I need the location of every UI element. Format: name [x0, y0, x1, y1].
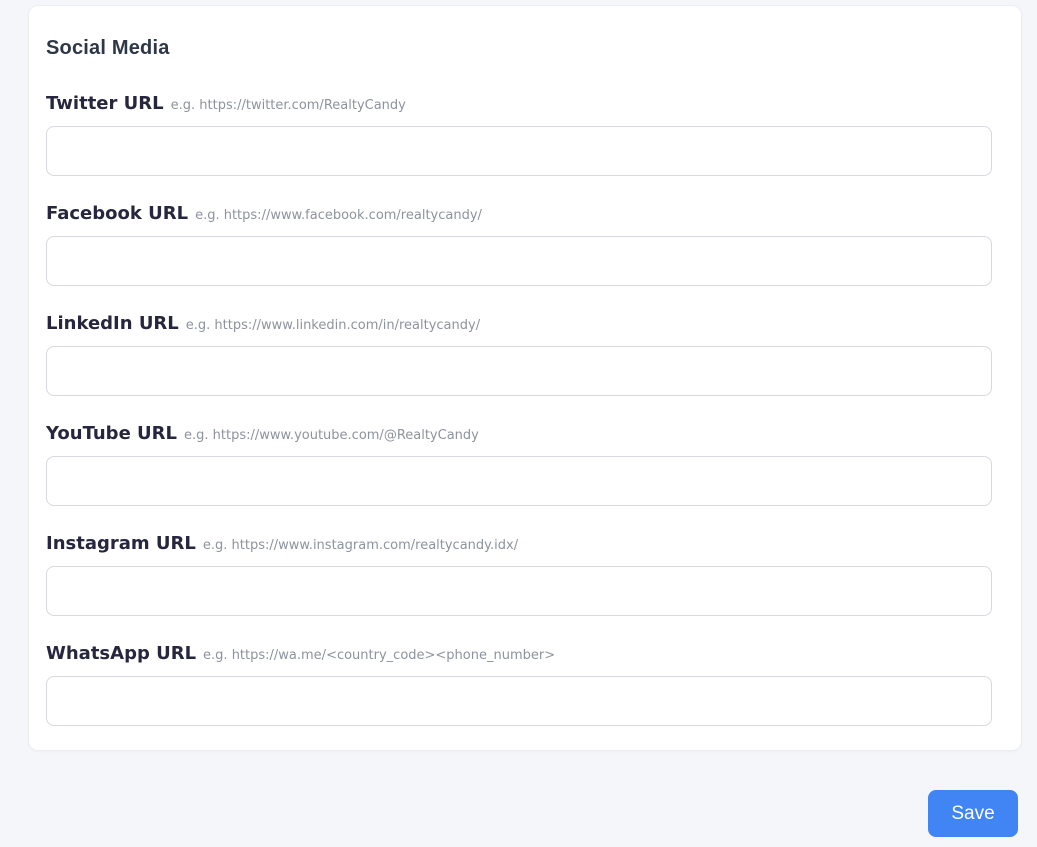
field-hint: e.g. https://www.youtube.com/@RealtyCand…: [183, 428, 479, 443]
field-hint: e.g. https://www.linkedin.com/in/realtyc…: [185, 318, 481, 333]
youtube-url-input[interactable]: [46, 456, 992, 506]
field-label: WhatsApp URL: [46, 643, 197, 664]
field-group-whatsapp: WhatsApp URL e.g. https://wa.me/<country_…: [46, 643, 992, 726]
settings-page: Social Media Twitter URL e.g. https://twi…: [0, 5, 1037, 837]
twitter-url-input[interactable]: [46, 126, 992, 176]
field-group-youtube: YouTube URL e.g. https://www.youtube.com/…: [46, 423, 992, 506]
field-hint: e.g. https://www.instagram.com/realtycan…: [202, 538, 519, 553]
facebook-url-input[interactable]: [46, 236, 992, 286]
field-label: YouTube URL: [46, 423, 177, 444]
field-group-facebook: Facebook URL e.g. https://www.facebook.co…: [46, 203, 992, 286]
whatsapp-url-input[interactable]: [46, 676, 992, 726]
instagram-url-input[interactable]: [46, 566, 992, 616]
field-group-linkedin: LinkedIn URL e.g. https://www.linkedin.co…: [46, 313, 992, 396]
actions-bar: Save: [0, 790, 1018, 837]
social-media-card: Social Media Twitter URL e.g. https://twi…: [28, 5, 1022, 751]
linkedin-url-input[interactable]: [46, 346, 992, 396]
social-media-fields: Twitter URL e.g. https://twitter.com/Real…: [46, 93, 992, 726]
field-hint: e.g. https://twitter.com/RealtyCandy: [170, 98, 406, 113]
field-hint: e.g. https://wa.me/<country_code><phone_…: [203, 648, 556, 663]
field-label: Facebook URL: [46, 203, 189, 224]
field-group-instagram: Instagram URL e.g. https://www.instagram.…: [46, 533, 992, 616]
field-label: Instagram URL: [46, 533, 196, 554]
save-button[interactable]: Save: [928, 790, 1018, 837]
field-hint: e.g. https://www.facebook.com/realtycand…: [195, 208, 482, 223]
field-label: LinkedIn URL: [46, 313, 179, 334]
field-group-twitter: Twitter URL e.g. https://twitter.com/Real…: [46, 93, 992, 176]
section-title: Social Media: [46, 37, 170, 59]
field-label: Twitter URL: [46, 93, 164, 114]
